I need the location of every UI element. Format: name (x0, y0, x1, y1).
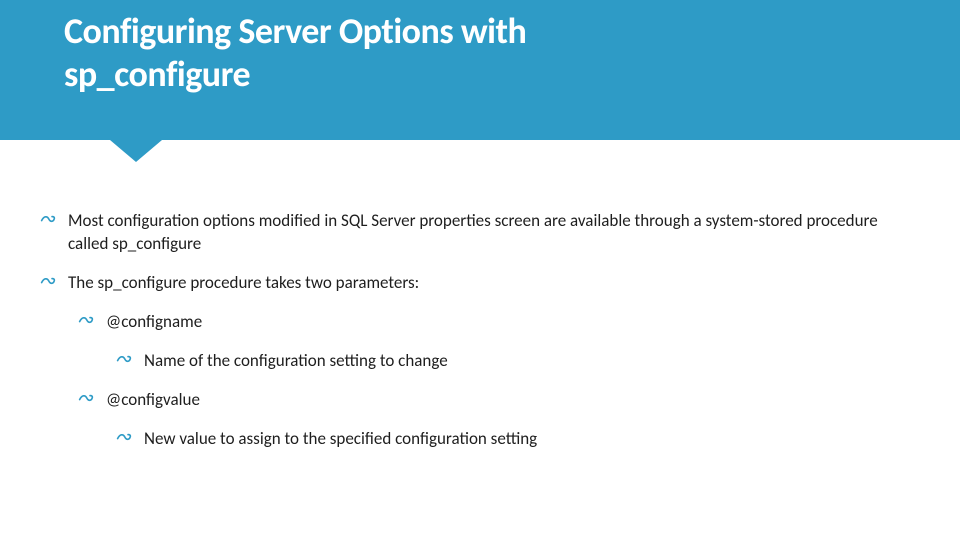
list-item-text: New value to assign to the specified con… (144, 428, 537, 449)
list-item: New value to assign to the specified con… (116, 428, 920, 451)
list-item: The sp_configure procedure takes two par… (40, 272, 920, 295)
flourish-icon (40, 274, 56, 288)
list-item-text: @configvalue (106, 389, 200, 410)
slide-header: Configuring Server Options with sp_confi… (0, 0, 960, 140)
slide-title-line1: Configuring Server Options with (64, 10, 960, 53)
list-item-text: Most configuration options modified in S… (68, 210, 878, 254)
flourish-icon (40, 212, 56, 226)
list-item: Most configuration options modified in S… (40, 210, 920, 256)
flourish-icon (116, 430, 132, 444)
list-item-text: The sp_configure procedure takes two par… (68, 272, 419, 293)
slide-title-line2: sp_configure (64, 53, 960, 96)
list-item: @configvalue (78, 389, 920, 412)
flourish-icon (116, 352, 132, 366)
list-item: @configname (78, 311, 920, 334)
slide-body: Most configuration options modified in S… (0, 140, 960, 451)
flourish-icon (78, 313, 94, 327)
list-item-text: Name of the configuration setting to cha… (144, 350, 448, 371)
list-item: Name of the configuration setting to cha… (116, 350, 920, 373)
slide-title: Configuring Server Options with sp_confi… (64, 10, 960, 96)
chevron-down-icon (110, 140, 162, 162)
list-item-text: @configname (106, 311, 202, 332)
flourish-icon (78, 391, 94, 405)
